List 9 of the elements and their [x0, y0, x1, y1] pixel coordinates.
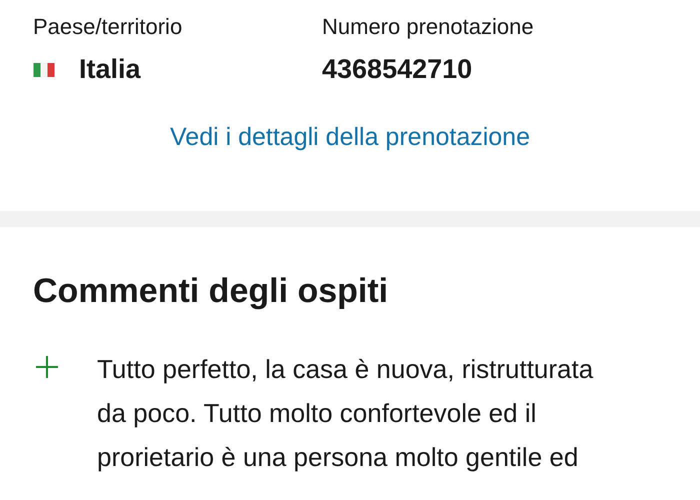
plus-icon: [35, 355, 59, 379]
booking-number: 4368542710: [322, 54, 472, 85]
section-title: Commenti degli ospiti: [33, 272, 390, 311]
field-label: Paese/territorio: [33, 14, 184, 40]
country-value: Italia: [79, 54, 141, 85]
review-text: Tutto perfetto, la casa è nuova, ristrutturata da poco. Tutto molto confortevole ed il prorietario è una persona molto gentile ed: [97, 353, 594, 474]
details-link[interactable]: Vedi i dettagli della prenotazione: [33, 123, 667, 152]
flag-icon: [33, 62, 55, 76]
field-label: Numero prenotazione: [322, 14, 535, 40]
